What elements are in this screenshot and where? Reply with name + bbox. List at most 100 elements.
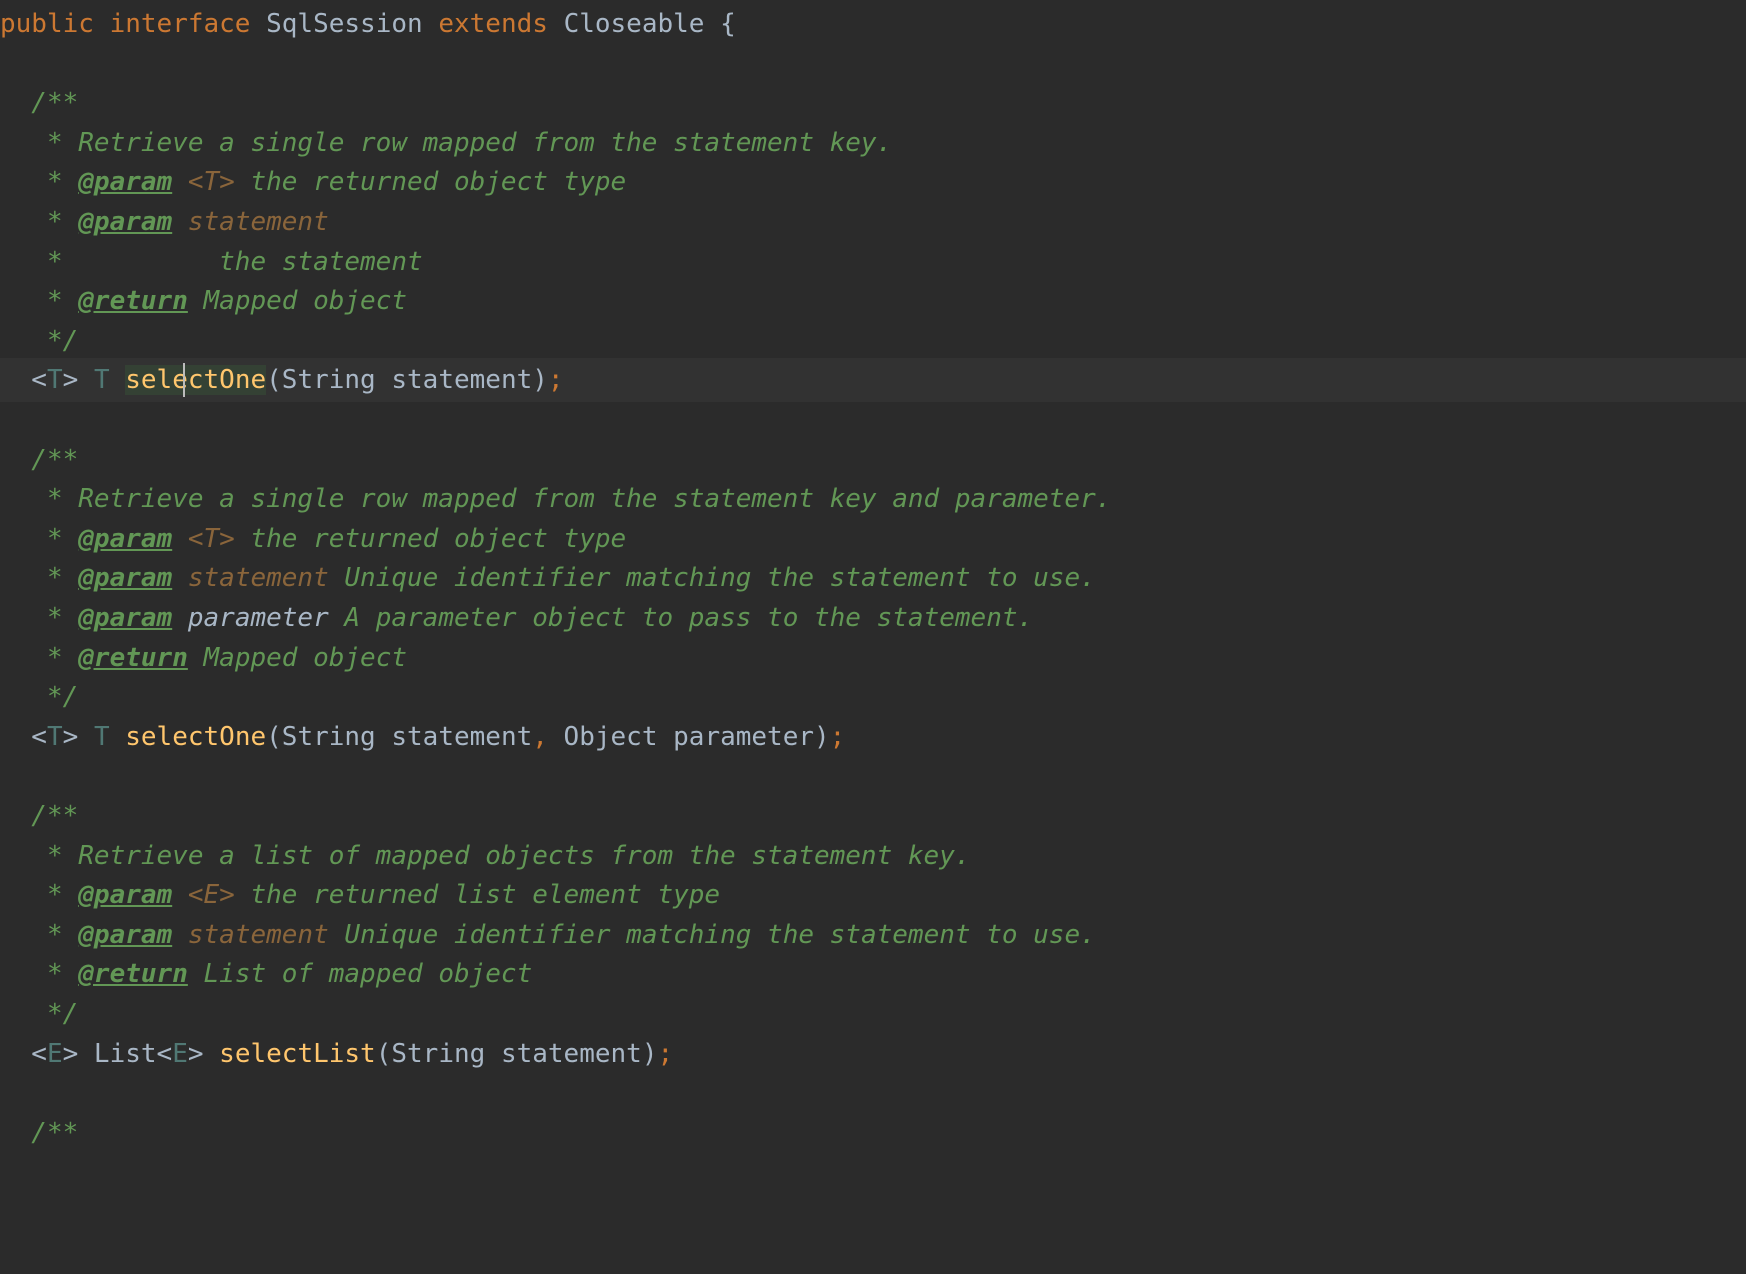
code-line[interactable]: * @param statement Unique identifier mat… xyxy=(0,556,1746,600)
code-token: > xyxy=(62,721,94,752)
code-line[interactable]: */ xyxy=(0,319,1746,363)
code-token: * Retrieve a single row mapped from the … xyxy=(0,127,893,158)
code-token: the returned object type xyxy=(234,523,627,554)
code-token: <E> xyxy=(187,880,235,911)
code-token: T xyxy=(93,721,110,752)
code-token: */ xyxy=(0,999,79,1029)
code-line[interactable]: */ xyxy=(0,675,1746,719)
code-token: (String statement) xyxy=(375,1038,658,1069)
code-token: Unique identifier matching the statement… xyxy=(328,919,1096,950)
code-token: T xyxy=(93,365,110,396)
code-token: < xyxy=(0,365,47,396)
code-line[interactable] xyxy=(0,42,1746,86)
code-line[interactable] xyxy=(0,754,1746,798)
code-token: { xyxy=(704,9,736,39)
code-token: */ xyxy=(0,682,79,713)
code-token: * xyxy=(0,880,79,911)
code-token: < xyxy=(0,721,47,752)
method-name: selectOne xyxy=(125,721,267,752)
code-editor[interactable]: public interface SqlSession extends Clos… xyxy=(0,0,1746,1274)
code-token: Mapped object xyxy=(187,286,408,317)
code-line[interactable]: * @param <E> the returned list element t… xyxy=(0,873,1746,917)
code-line[interactable]: * Retrieve a single row mapped from the … xyxy=(0,477,1746,521)
code-token: the returned object type xyxy=(234,167,627,198)
code-line[interactable]: * @return Mapped object xyxy=(0,279,1746,323)
javadoc-tag: @param xyxy=(78,919,173,950)
keyword: extends xyxy=(438,9,548,39)
javadoc-tag: @return xyxy=(78,959,188,990)
code-line[interactable]: /** xyxy=(0,81,1746,125)
code-line[interactable]: /** xyxy=(0,438,1746,482)
code-line[interactable]: * @param parameter A parameter object to… xyxy=(0,596,1746,640)
code-token: Mapped object xyxy=(187,642,408,673)
code-token: /** xyxy=(0,88,79,119)
code-token: * Retrieve a list of mapped objects from… xyxy=(0,840,971,871)
code-line[interactable] xyxy=(0,1071,1746,1115)
code-token: <T> xyxy=(187,167,235,198)
javadoc-tag: @param xyxy=(78,880,173,911)
code-token: * Retrieve a single row mapped from the … xyxy=(0,484,1112,515)
code-token: * xyxy=(0,167,79,198)
code-token: the returned list element type xyxy=(234,880,721,911)
code-line[interactable]: <T> T selectOne(String statement, Object… xyxy=(0,715,1746,759)
code-token: statement xyxy=(187,919,329,950)
code-token: Closeable xyxy=(563,9,705,39)
code-token: * xyxy=(0,286,79,317)
code-line[interactable]: /** xyxy=(0,794,1746,838)
code-token: > List< xyxy=(62,1038,173,1069)
code-token: SqlSession xyxy=(266,9,423,39)
code-token: ; xyxy=(829,721,846,752)
code-line[interactable]: * Retrieve a single row mapped from the … xyxy=(0,121,1746,165)
current-code-line[interactable]: <T> T selectOne(String statement); xyxy=(0,358,1746,403)
javadoc-tag: @param xyxy=(78,603,173,633)
text-caret xyxy=(182,363,185,398)
code-token: /** xyxy=(0,444,79,475)
code-line[interactable]: /** xyxy=(0,1111,1746,1155)
code-token: * xyxy=(0,919,79,950)
code-line[interactable]: * @param statement Unique identifier mat… xyxy=(0,913,1746,957)
code-token: * the statement xyxy=(0,246,423,277)
code-token: T xyxy=(46,721,63,752)
code-token: parameter xyxy=(187,603,329,633)
code-token: statement xyxy=(187,207,329,237)
code-token: */ xyxy=(0,325,79,356)
code-line[interactable]: * @param <T> the returned object type xyxy=(0,517,1746,561)
code-token: < xyxy=(0,1038,47,1069)
code-token: * xyxy=(0,959,79,990)
code-token: /** xyxy=(0,801,79,831)
code-token: ; xyxy=(657,1038,674,1069)
code-token: statement xyxy=(187,563,329,594)
method-name: selectOne xyxy=(125,365,267,396)
code-line[interactable]: * @return List of mapped object xyxy=(0,952,1746,996)
code-token: Object parameter) xyxy=(547,721,830,752)
code-line[interactable]: * @param statement xyxy=(0,200,1746,244)
method-name: selectList xyxy=(219,1038,376,1069)
keyword: interface xyxy=(109,9,251,39)
code-token: , xyxy=(532,721,548,752)
code-token: <T> xyxy=(187,523,235,554)
code-token: * xyxy=(0,563,79,594)
code-line[interactable]: <E> List<E> selectList(String statement)… xyxy=(0,1032,1746,1076)
code-line[interactable]: * the statement xyxy=(0,240,1746,284)
code-line[interactable]: */ xyxy=(0,992,1746,1036)
code-token: A parameter object to pass to the statem… xyxy=(328,603,1034,633)
code-token: ; xyxy=(547,365,564,396)
javadoc-tag: @return xyxy=(78,642,188,673)
code-line[interactable]: * @return Mapped object xyxy=(0,636,1746,680)
code-line[interactable] xyxy=(0,398,1746,442)
code-line[interactable]: public interface SqlSession extends Clos… xyxy=(0,2,1746,46)
code-line[interactable]: * @param <T> the returned object type xyxy=(0,160,1746,204)
code-token: (String statement xyxy=(266,721,533,752)
code-line[interactable]: * Retrieve a list of mapped objects from… xyxy=(0,834,1746,878)
